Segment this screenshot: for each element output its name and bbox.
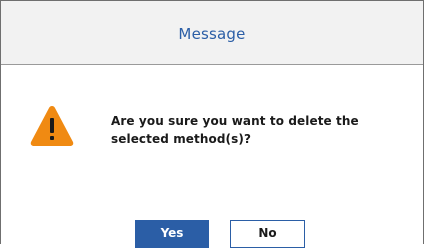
dialog-titlebar: Message — [1, 1, 423, 65]
dialog-message: Are you sure you want to delete the sele… — [111, 114, 359, 146]
message-dialog: Message Are you sure you want to delete … — [0, 0, 424, 248]
warning-icon — [29, 103, 75, 149]
dialog-title: Message — [178, 24, 246, 43]
